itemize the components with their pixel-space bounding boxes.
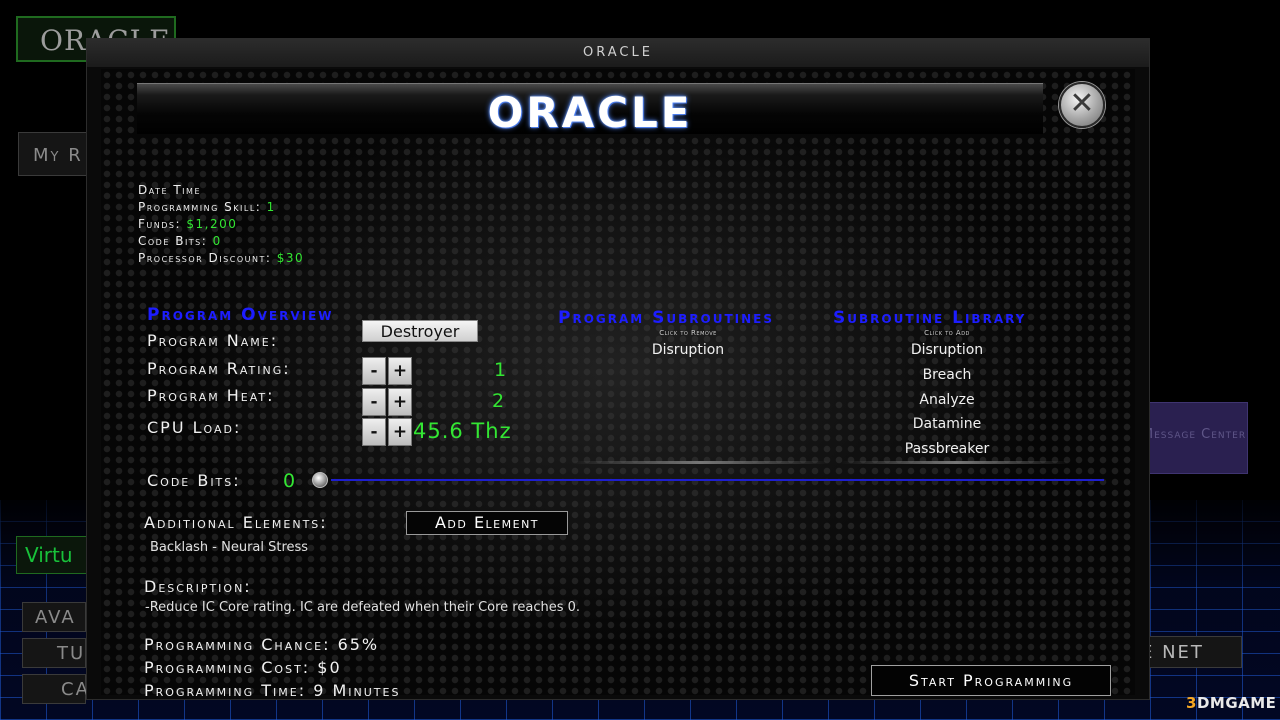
start-programming-button[interactable]: Start Programming: [871, 665, 1111, 696]
page-title: ORACLE: [487, 88, 693, 137]
player-stats: Date Time Programming Skill: 1 Funds: $1…: [138, 182, 304, 267]
program-heat-stepper: - +: [362, 388, 412, 416]
description-text: -Reduce IC Core rating. IC are defeated …: [145, 600, 581, 615]
programming-cost: Programming Cost: $0: [144, 658, 342, 677]
program-heat-value: 2: [492, 390, 506, 412]
code-bits-value: 0: [212, 234, 222, 248]
dialog-content: ORACLE ✕ Date Time Programming Skill: 1 …: [101, 69, 1135, 700]
code-bits-row: Code Bits: 0: [138, 234, 222, 248]
program-name-field[interactable]: Destroyer: [362, 320, 478, 342]
code-bits-slider-knob[interactable]: [312, 472, 328, 488]
date-time: Date Time: [138, 183, 201, 197]
background-button-1[interactable]: AVA: [22, 602, 86, 632]
cpu-increase-button[interactable]: +: [388, 418, 412, 446]
message-center-button[interactable]: Message Center: [1140, 402, 1248, 474]
library-item[interactable]: Datamine: [877, 416, 1017, 441]
program-rating-label: Program Rating:: [147, 359, 291, 378]
programming-skill-value: 1: [266, 200, 276, 214]
code-bits-label: Code Bits:: [147, 471, 241, 490]
element-item: Backlash - Neural Stress: [150, 540, 309, 555]
cpu-load-stepper: - +: [362, 418, 412, 446]
cpu-load-label: CPU Load:: [147, 418, 242, 437]
processor-discount-value: $30: [276, 251, 305, 265]
oracle-dialog: ORACLE ORACLE ✕ Date Time Programming Sk…: [86, 38, 1150, 700]
background-net-button[interactable]: E NET: [1136, 636, 1242, 668]
window-titlebar: ORACLE: [87, 39, 1149, 67]
program-heat-label: Program Heat:: [147, 386, 275, 405]
rating-increase-button[interactable]: +: [388, 357, 412, 385]
description-label: Description:: [144, 577, 252, 596]
program-rating-value: 1: [494, 359, 508, 381]
subroutine-item[interactable]: Disruption: [628, 342, 748, 367]
funds-value: $1,200: [186, 217, 238, 231]
code-bits-slider-value: 0: [283, 470, 297, 492]
programming-time: Programming Time: 9 Minutes: [144, 681, 401, 700]
subroutine-library-title: Subroutine Library: [833, 308, 1027, 328]
programming-summary: Programming Chance: 65% Programming Cost…: [144, 633, 400, 702]
watermark: 3DMGAME: [1186, 694, 1277, 712]
processor-discount-row: Processor Discount: $30: [138, 251, 305, 265]
program-subroutines-list: Disruption: [628, 342, 748, 367]
library-item[interactable]: Passbreaker: [877, 441, 1017, 466]
programming-skill-row: Programming Skill: 1: [138, 200, 276, 214]
library-item[interactable]: Disruption: [877, 342, 1017, 367]
cpu-load-value: 45.6 Thz: [413, 419, 512, 443]
program-overview-title: Program Overview: [147, 305, 334, 325]
subroutines-hint: Click to Remove: [659, 329, 717, 337]
background-button-2[interactable]: TU: [22, 638, 86, 668]
program-name-label: Program Name:: [147, 331, 279, 350]
divider: [571, 461, 831, 464]
library-hint: Click to Add: [924, 329, 970, 337]
additional-elements-label: Additional Elements:: [144, 513, 328, 532]
program-rating-stepper: - +: [362, 357, 412, 385]
program-subroutines-title: Program Subroutines: [558, 308, 774, 328]
cpu-decrease-button[interactable]: -: [362, 418, 386, 446]
close-button[interactable]: ✕: [1059, 82, 1105, 128]
subroutine-library-list: Disruption Breach Analyze Datamine Passbreak…: [877, 342, 1017, 466]
funds-row: Funds: $1,200: [138, 217, 238, 231]
code-bits-slider-track[interactable]: [331, 479, 1104, 481]
background-virtual-tab[interactable]: Virtu: [16, 536, 88, 574]
header-bar: ORACLE: [137, 83, 1043, 137]
background-button-3[interactable]: CA: [22, 674, 88, 704]
library-item[interactable]: Breach: [877, 367, 1017, 392]
heat-increase-button[interactable]: +: [388, 388, 412, 416]
heat-decrease-button[interactable]: -: [362, 388, 386, 416]
close-icon: ✕: [1069, 86, 1095, 121]
add-element-button[interactable]: Add Element: [406, 511, 568, 535]
library-item[interactable]: Analyze: [877, 392, 1017, 417]
rating-decrease-button[interactable]: -: [362, 357, 386, 385]
programming-chance: Programming Chance: 65%: [144, 635, 380, 654]
